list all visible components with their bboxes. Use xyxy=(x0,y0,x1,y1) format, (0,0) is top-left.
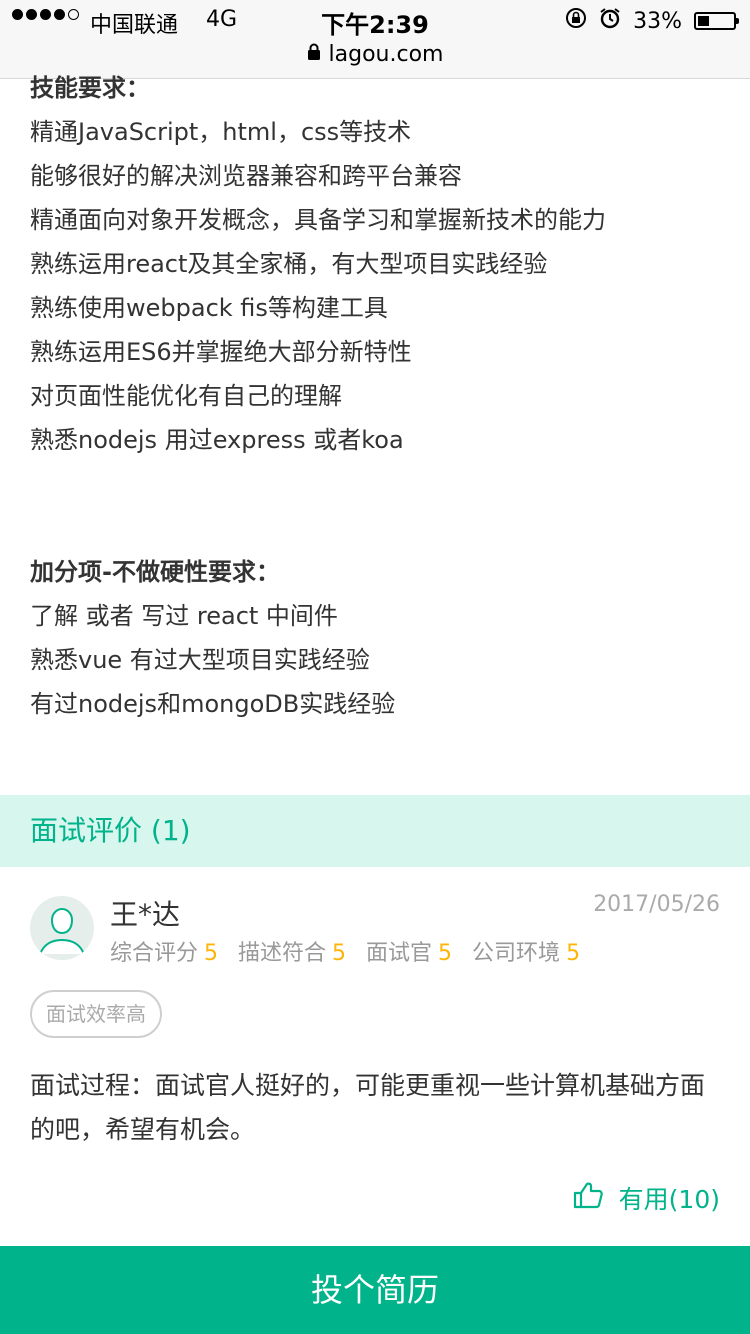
interview-reviews-title: 面试评价 (1) xyxy=(30,814,191,847)
review-tag: 面试效率高 xyxy=(30,990,162,1038)
useful-button[interactable]: 有用(10) xyxy=(573,1180,720,1216)
skill-item: 熟练运用react及其全家桶，有大型项目实践经验 xyxy=(30,250,548,278)
rating-item: 面试官 5 xyxy=(366,941,453,966)
skill-item: 对页面性能优化有自己的理解 xyxy=(30,382,342,410)
bonus-item: 熟悉vue 有过大型项目实践经验 xyxy=(30,646,370,674)
review-ratings: 综合评分 5 描述符合 5 面试官 5 公司环境 5 xyxy=(110,935,580,967)
avatar xyxy=(30,896,94,960)
bonus-heading: 加分项-不做硬性要求： xyxy=(30,558,280,586)
lock-icon xyxy=(307,42,321,67)
rating-score: 5 xyxy=(438,941,453,966)
status-bar: 中国联通 4G 下午2:39 33% xyxy=(0,0,750,40)
useful-count: 有用(10) xyxy=(618,1185,720,1214)
skill-item: 精通JavaScript，html，css等技术 xyxy=(30,118,412,146)
skill-item: 熟悉nodejs 用过express 或者koa xyxy=(30,426,404,454)
rating-score: 5 xyxy=(204,941,219,966)
bonus-item: 了解 或者 写过 react 中间件 xyxy=(30,602,338,630)
rating-item: 综合评分 5 xyxy=(110,941,219,966)
battery-percent: 33% xyxy=(633,8,682,34)
rotation-lock-icon xyxy=(565,7,587,35)
rating-score: 5 xyxy=(332,941,347,966)
rating-item: 公司环境 5 xyxy=(472,941,581,966)
user-placeholder-icon xyxy=(30,896,94,960)
interview-reviews-header[interactable]: 面试评价 (1) xyxy=(0,795,750,867)
url-text[interactable]: lagou.com xyxy=(329,42,444,67)
bonus-item: 有过nodejs和mongoDB实践经验 xyxy=(30,690,396,718)
thumbs-up-icon xyxy=(573,1181,603,1215)
skills-heading: 技能要求： xyxy=(30,74,150,102)
rating-score: 5 xyxy=(566,941,581,966)
battery-icon xyxy=(694,12,739,30)
skill-item: 精通面向对象开发概念，具备学习和掌握新技术的能力 xyxy=(30,206,606,234)
apply-resume-button[interactable]: 投个简历 xyxy=(0,1246,750,1334)
review-text: 面试过程：面试官人挺好的，可能更重视一些计算机基础方面的吧，希望有机会。 xyxy=(30,1071,706,1144)
job-requirements: 技能要求： 精通JavaScript，html，css等技术 能够很好的解决浏览… xyxy=(30,66,730,726)
reviewer-name: 王*达 xyxy=(110,898,181,931)
alarm-icon xyxy=(599,7,621,35)
skill-item: 熟练运用ES6并掌握绝大部分新特性 xyxy=(30,338,412,366)
review-date: 2017/05/26 xyxy=(593,892,720,917)
rating-item: 描述符合 5 xyxy=(238,941,347,966)
skill-item: 能够很好的解决浏览器兼容和跨平台兼容 xyxy=(30,162,462,190)
skill-item: 熟练使用webpack fis等构建工具 xyxy=(30,294,388,322)
